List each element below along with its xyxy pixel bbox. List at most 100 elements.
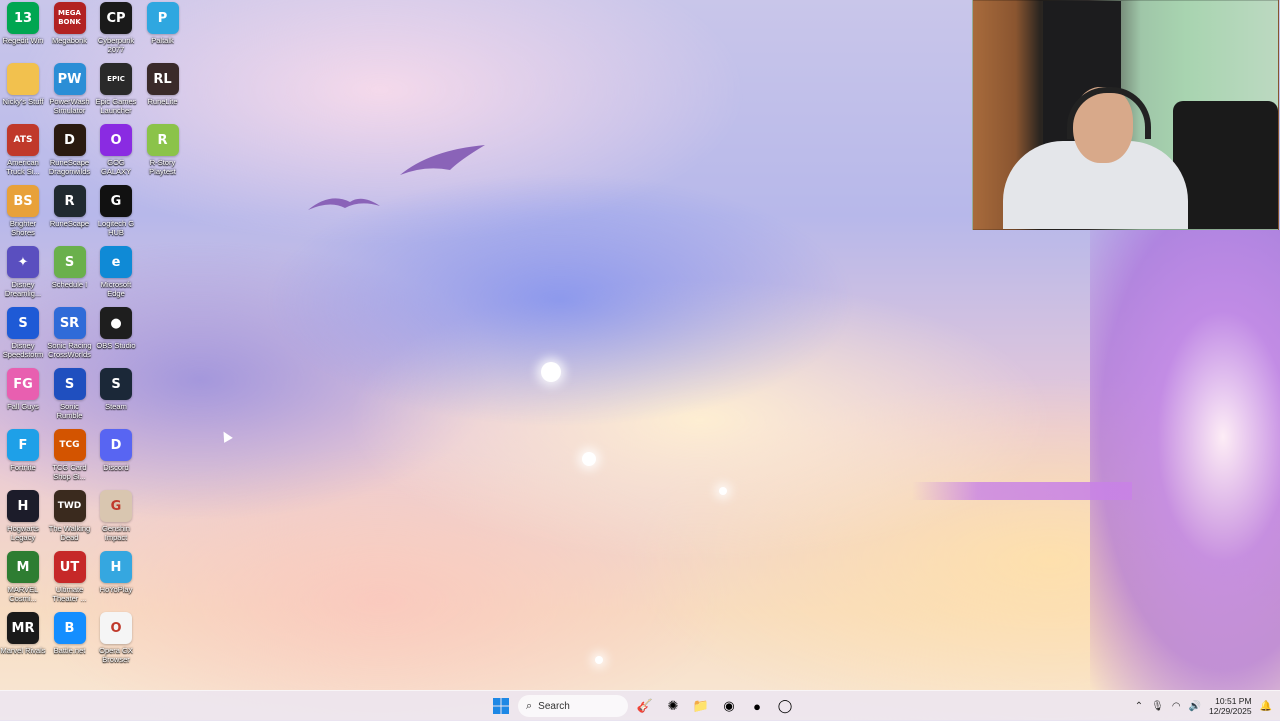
microphone-icon[interactable]: 🎙 [1151, 701, 1164, 712]
desktop-shortcut-label: Genshin Impact [102, 524, 130, 542]
desktop-shortcut[interactable]: e Microsoft Edge [93, 246, 139, 307]
desktop-shortcut[interactable]: O GOG GALAXY [93, 124, 139, 185]
wallpaper-island-silhouette [1090, 230, 1280, 690]
desktop-shortcut[interactable]: UT Ultimate Theater ... [47, 551, 93, 612]
webcam-chair [1173, 101, 1278, 229]
desktop-shortcut[interactable]: R RuneScape [47, 185, 93, 246]
file-explorer-icon[interactable]: 📁 [690, 695, 712, 717]
taskbar: ⌕ Search 🎸 ✺ 📁 ◉ ● ◯ ⌃ 🎙 ◠ 🔊 10:51 PM 12/29/2025… [0, 690, 1280, 721]
desktop-shortcut-label: Brighter Shores [9, 219, 37, 237]
wallpaper-orb [595, 656, 603, 664]
desktop-shortcut-label: TCG Card Shop Si... [52, 463, 87, 481]
desktop-shortcut-label: Regedit Win [2, 36, 44, 45]
desktop-shortcut[interactable]: MEGA BONK Megabonk [47, 2, 93, 63]
desktop-shortcut[interactable]: MR Marvel Rivals [0, 612, 46, 673]
desktop-shortcut[interactable]: EPIC Epic Games Launcher [93, 63, 139, 124]
desktop-shortcut-label: Sonic Rumble [56, 402, 83, 420]
regedit-win-icon: 13 [7, 2, 39, 34]
desktop-shortcut-label: OBS Studio [96, 341, 136, 350]
chevron-up-icon[interactable]: ⌃ [1135, 701, 1143, 712]
desktop-shortcut[interactable]: H Hogwarts Legacy [0, 490, 46, 551]
copilot-icon[interactable]: ✺ [662, 695, 684, 717]
desktop-shortcut-label: Sonic Racing CrossWorlds [47, 341, 92, 359]
desktop-shortcut[interactable]: PW PowerWash Simulator [47, 63, 93, 124]
desktop-shortcut[interactable]: M MARVEL Cosmi... [0, 551, 46, 612]
desktop-shortcut[interactable]: S Sonic Rumble [47, 368, 93, 429]
wifi-icon[interactable]: ◠ [1172, 701, 1181, 712]
mouse-cursor-icon [219, 429, 233, 443]
volume-icon[interactable]: 🔊 [1189, 701, 1201, 712]
desktop-shortcut[interactable]: ATS American Truck Si... [0, 124, 46, 185]
desktop-shortcut[interactable]: S Steam [93, 368, 139, 429]
opera-gx-taskbar-icon[interactable]: ◯ [774, 695, 796, 717]
desktop-shortcut-label: Cyberpunk 2077 [97, 36, 135, 54]
desktop-icon-grid: 13 Regedit Win MEGA BONK Megabonk CP Cyberpun… [0, 2, 186, 673]
runescape-icon: R [53, 185, 86, 217]
logitech-g-hub-icon: G [100, 185, 132, 217]
powerwash-simulator-icon: PW [53, 63, 86, 95]
desktop-shortcut-label: Epic Games Launcher [95, 97, 137, 115]
desktop-shortcut-label: Fall Guys [7, 402, 39, 411]
notification-bell-icon[interactable]: 🔔 [1260, 701, 1272, 712]
opera-gx-browser-icon: O [100, 612, 132, 644]
hoyoplay-icon: H [100, 551, 132, 583]
desktop-shortcut[interactable]: CP Cyberpunk 2077 [93, 2, 139, 63]
desktop-shortcut[interactable]: F Fortnite [0, 429, 46, 490]
desktop-shortcut-label: Disney Dreamlig... [4, 280, 42, 298]
taskbar-pinned-apps: 🎸 ✺ 📁 ◉ ● ◯ [634, 695, 796, 717]
desktop-shortcut[interactable]: ✦ Disney Dreamlig... [0, 246, 46, 307]
taskbar-center: ⌕ Search 🎸 ✺ 📁 ◉ ● ◯ [490, 691, 796, 721]
desktop-shortcut[interactable]: D RuneScape Dragonwilds [47, 124, 93, 185]
desktop-shortcut-label: RuneScape Dragonwilds [48, 158, 91, 176]
guitar-app-icon[interactable]: 🎸 [634, 695, 656, 717]
desktop-shortcut[interactable]: ● OBS Studio [93, 307, 139, 368]
game-app-icon[interactable]: ● [746, 695, 768, 717]
desktop-shortcut-label: Megabonk [51, 36, 88, 45]
desktop-shortcut-label: Microsoft Edge [100, 280, 132, 298]
taskbar-search[interactable]: ⌕ Search [518, 695, 628, 717]
desktop-shortcut[interactable]: TWD The Walking Dead [47, 490, 93, 551]
desktop-shortcut[interactable]: Nicky's Stuff [0, 63, 46, 124]
desktop-shortcut-label: Ultimate Theater ... [52, 585, 87, 603]
microsoft-edge-icon: e [100, 246, 132, 278]
wallpaper-birds [308, 145, 485, 210]
paltalk-icon: P [146, 2, 179, 34]
desktop-shortcut[interactable]: FG Fall Guys [0, 368, 46, 429]
desktop-shortcut-label: Battle.net [53, 646, 86, 655]
desktop-shortcut[interactable]: S Disney Speedstorm [0, 307, 46, 368]
desktop-shortcut[interactable]: 13 Regedit Win [0, 2, 46, 63]
steam-icon: S [100, 368, 132, 400]
american-truck-simulator-icon: ATS [7, 124, 39, 156]
desktop-shortcut[interactable]: O Opera GX Browser [93, 612, 139, 673]
megabonk-icon: MEGA BONK [53, 2, 86, 34]
marvel-rivals-icon: MR [7, 612, 39, 644]
desktop-shortcut[interactable]: G Genshin Impact [93, 490, 139, 551]
clock-time: 10:51 PM [1215, 696, 1252, 706]
desktop-shortcut[interactable]: P Paltalk [140, 2, 186, 63]
desktop-shortcut[interactable]: B Battle.net [47, 612, 93, 673]
runelite-icon: RL [146, 63, 179, 95]
desktop-shortcut[interactable]: H HoYoPlay [93, 551, 139, 612]
discord-taskbar-icon[interactable]: ◉ [718, 695, 740, 717]
genshin-impact-icon: G [100, 490, 132, 522]
desktop-shortcut-label: Nicky's Stuff [2, 97, 44, 106]
desktop-shortcut[interactable]: RL RuneLite [140, 63, 186, 124]
desktop-shortcut-label: Fortnite [10, 463, 36, 472]
windows-start-icon[interactable] [490, 695, 512, 717]
desktop-shortcut-label: MARVEL Cosmi... [7, 585, 39, 603]
desktop-shortcut[interactable]: D Discord [93, 429, 139, 490]
the-walking-dead-icon: TWD [53, 490, 86, 522]
desktop-shortcut[interactable]: G Logitech G HUB [93, 185, 139, 246]
schedule-i-icon: S [53, 246, 86, 278]
desktop-shortcut[interactable]: TCG TCG Card Shop Si... [47, 429, 93, 490]
discord-icon: D [100, 429, 132, 461]
search-icon: ⌕ [526, 699, 533, 712]
desktop-shortcut[interactable]: R R-Story Playtest [140, 124, 186, 185]
desktop-shortcut[interactable]: BS Brighter Shores [0, 185, 46, 246]
desktop-shortcut[interactable]: S Schedule I [47, 246, 93, 307]
wallpaper-orb [582, 452, 596, 466]
clock[interactable]: 10:51 PM 12/29/2025 [1209, 696, 1252, 716]
desktop-shortcut-label: Marvel Rivals [0, 646, 46, 655]
desktop-shortcut-label: HoYoPlay [99, 585, 133, 594]
desktop-shortcut[interactable]: SR Sonic Racing CrossWorlds [47, 307, 93, 368]
